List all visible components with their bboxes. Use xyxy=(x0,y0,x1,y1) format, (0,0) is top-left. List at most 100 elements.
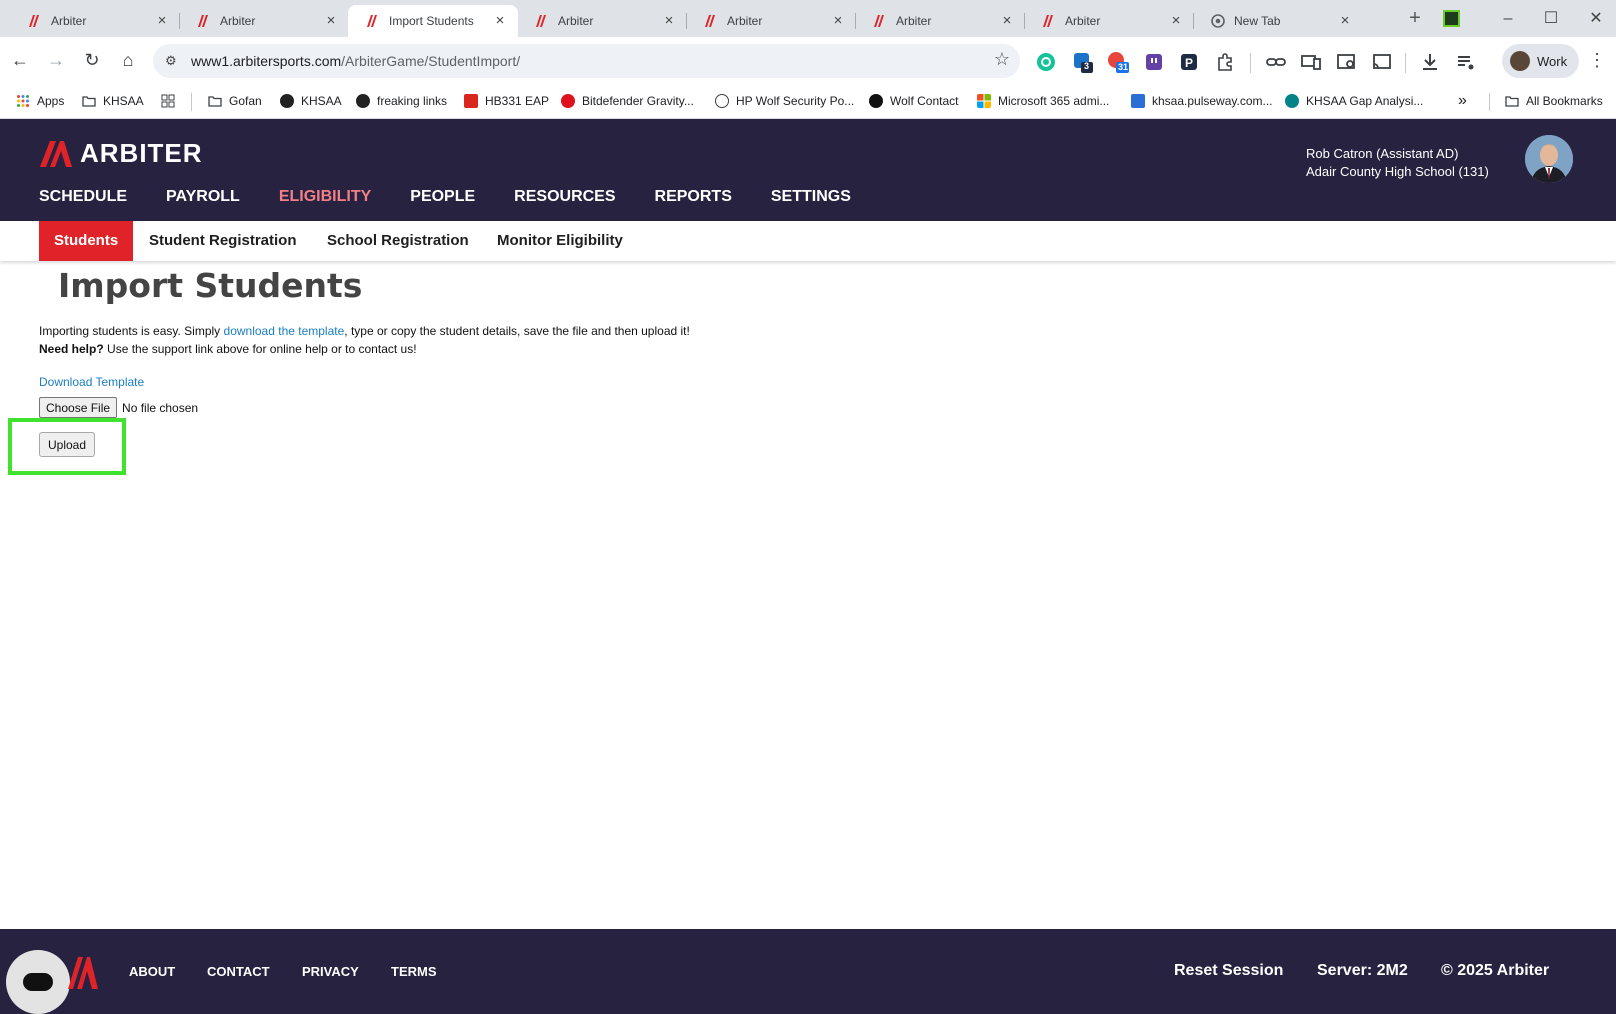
close-icon[interactable]: × xyxy=(830,13,846,29)
footer-contact-link[interactable]: CONTACT xyxy=(207,964,270,979)
bookmark-label: KHSAA Gap Analysi... xyxy=(1306,94,1424,108)
url-text[interactable]: www1.arbitersports.com/ArbiterGame/Stude… xyxy=(191,53,520,69)
download-icon[interactable] xyxy=(1418,50,1442,74)
bookmark-hp-wolf[interactable]: HP Wolf Security Po... xyxy=(715,90,854,112)
bookmark-divider xyxy=(191,93,192,111)
bookmark-hb331[interactable]: HB331 EAP xyxy=(464,90,549,112)
arbiter-favicon-icon xyxy=(1043,15,1053,27)
nav-schedule[interactable]: SCHEDULE xyxy=(39,188,127,206)
p-extension-icon[interactable]: P xyxy=(1177,50,1201,74)
browser-tab[interactable]: Arbiter × xyxy=(855,5,1025,37)
subnav-school-registration[interactable]: School Registration xyxy=(327,221,469,261)
close-icon[interactable]: × xyxy=(1337,13,1353,29)
maximize-icon[interactable]: ☐ xyxy=(1533,8,1569,30)
footer-terms-link[interactable]: TERMS xyxy=(391,964,437,979)
outlook-extension-icon[interactable]: 3 xyxy=(1071,50,1095,74)
browser-tab[interactable]: Arbiter × xyxy=(1024,5,1194,37)
close-icon[interactable]: × xyxy=(492,13,508,29)
calendar-extension-icon[interactable]: 31 xyxy=(1106,50,1130,74)
browser-tab[interactable]: Arbiter × xyxy=(517,5,687,37)
profile-avatar xyxy=(1510,51,1530,71)
close-icon[interactable]: × xyxy=(1168,13,1184,29)
download-template-inline-link[interactable]: download the template xyxy=(224,324,345,338)
chat-button[interactable] xyxy=(6,950,70,1014)
window-close-icon[interactable]: ✕ xyxy=(1578,8,1614,30)
close-icon[interactable]: × xyxy=(323,13,339,29)
bookmark-freaking-links[interactable]: freaking links xyxy=(356,90,447,112)
reload-icon[interactable]: ↻ xyxy=(77,45,107,75)
choose-file-button[interactable]: Choose File xyxy=(39,397,118,418)
server-label: Server: 2M2 xyxy=(1317,962,1408,979)
user-name[interactable]: Rob Catron (Assistant AD) xyxy=(1306,146,1458,161)
nav-resources[interactable]: RESOURCES xyxy=(514,188,615,206)
cast-icon[interactable] xyxy=(1370,50,1394,74)
close-icon[interactable]: × xyxy=(154,13,170,29)
subnav-student-registration[interactable]: Student Registration xyxy=(149,221,297,261)
twitch-extension-icon[interactable] xyxy=(1142,50,1166,74)
chrome-favicon-icon xyxy=(1211,14,1225,28)
nav-people[interactable]: PEOPLE xyxy=(410,188,475,206)
back-icon[interactable]: ← xyxy=(5,45,35,75)
download-template-link[interactable]: Download Template xyxy=(39,375,144,389)
bookmarks-overflow-button[interactable]: » xyxy=(1458,90,1467,112)
bookmark-pulseway[interactable]: khsaa.pulseway.com... xyxy=(1131,90,1273,112)
arbiter-footer-logo-icon[interactable] xyxy=(68,957,98,989)
bookmark-khsaa[interactable]: KHSAA xyxy=(280,90,342,112)
link-icon[interactable] xyxy=(1264,50,1288,74)
calendar-badge: 31 xyxy=(1118,62,1129,72)
nav-settings[interactable]: SETTINGS xyxy=(771,188,851,206)
search-tab-icon[interactable] xyxy=(1335,50,1359,74)
browser-tab[interactable]: Arbiter × xyxy=(10,5,180,37)
bookmark-label: Wolf Contact xyxy=(890,94,959,108)
forward-icon[interactable]: → xyxy=(41,45,71,75)
bookmark-microsoft-365[interactable]: Microsoft 365 admi... xyxy=(977,90,1109,112)
browser-tab[interactable]: Arbiter × xyxy=(179,5,349,37)
file-status-text: No file chosen xyxy=(122,400,199,415)
nav-eligibility[interactable]: ELIGIBILITY xyxy=(279,188,371,206)
grammarly-icon[interactable] xyxy=(1034,50,1058,74)
bookmark-bitdefender[interactable]: Bitdefender Gravity... xyxy=(561,90,694,112)
minimize-icon[interactable]: – xyxy=(1490,8,1526,30)
nav-payroll[interactable]: PAYROLL xyxy=(166,188,240,206)
site-info-icon[interactable]: ⚙ xyxy=(165,53,181,69)
bookmark-folder-khsaa[interactable]: KHSAA xyxy=(82,90,144,112)
bookmark-star-icon[interactable]: ☆ xyxy=(994,49,1010,70)
browser-tab[interactable]: New Tab × xyxy=(1193,5,1363,37)
pdf-icon xyxy=(464,94,478,108)
reset-session-link[interactable]: Reset Session xyxy=(1174,962,1283,980)
bookmark-grid[interactable] xyxy=(161,90,182,112)
subnav-students[interactable]: Students xyxy=(39,221,134,261)
bookmark-folder-gofan[interactable]: Gofan xyxy=(208,90,262,112)
new-tab-button[interactable]: + xyxy=(1404,8,1426,30)
subnav-monitor-eligibility[interactable]: Monitor Eligibility xyxy=(497,221,623,261)
arbiter-logo[interactable]: ARBITER xyxy=(40,138,203,169)
tab-label: Arbiter xyxy=(51,14,87,28)
chrome-menu-icon[interactable]: ⋮ xyxy=(1588,50,1606,71)
devices-icon[interactable] xyxy=(1299,50,1323,74)
bookmark-apps[interactable]: Apps xyxy=(16,90,64,112)
extensions-puzzle-icon[interactable] xyxy=(1213,50,1237,74)
help-text: Need help? Use the support link above fo… xyxy=(39,340,417,358)
nav-reports[interactable]: REPORTS xyxy=(655,188,732,206)
extension-pinned-icon[interactable] xyxy=(1443,10,1460,27)
bookmark-label: HP Wolf Security Po... xyxy=(736,94,855,108)
browser-tab[interactable]: Arbiter × xyxy=(686,5,856,37)
browser-tab-active[interactable]: Import Students × xyxy=(348,5,518,37)
copyright-text: © 2025 Arbiter xyxy=(1441,962,1550,979)
footer-about-link[interactable]: ABOUT xyxy=(129,964,175,979)
close-icon[interactable]: × xyxy=(661,13,677,29)
sub-nav: Students Student Registration School Reg… xyxy=(0,221,1616,261)
bookmark-khsaa-gap[interactable]: KHSAA Gap Analysi... xyxy=(1285,90,1423,112)
browser-tab-strip: Arbiter × Arbiter × Import Students × Ar… xyxy=(0,0,1616,37)
user-school[interactable]: Adair County High School (131) xyxy=(1306,164,1489,179)
bookmark-wolf-contact[interactable]: Wolf Contact xyxy=(869,90,958,112)
home-icon[interactable]: ⌂ xyxy=(113,45,143,75)
address-bar[interactable]: ⚙ www1.arbitersports.com/ArbiterGame/Stu… xyxy=(153,44,1020,78)
media-queue-icon[interactable] xyxy=(1454,50,1478,74)
wolf-icon xyxy=(869,94,883,108)
profile-button[interactable]: Work xyxy=(1502,44,1579,78)
footer-privacy-link[interactable]: PRIVACY xyxy=(302,964,359,979)
user-avatar[interactable] xyxy=(1525,135,1573,183)
all-bookmarks-button[interactable]: All Bookmarks xyxy=(1505,90,1603,112)
close-icon[interactable]: × xyxy=(999,13,1015,29)
